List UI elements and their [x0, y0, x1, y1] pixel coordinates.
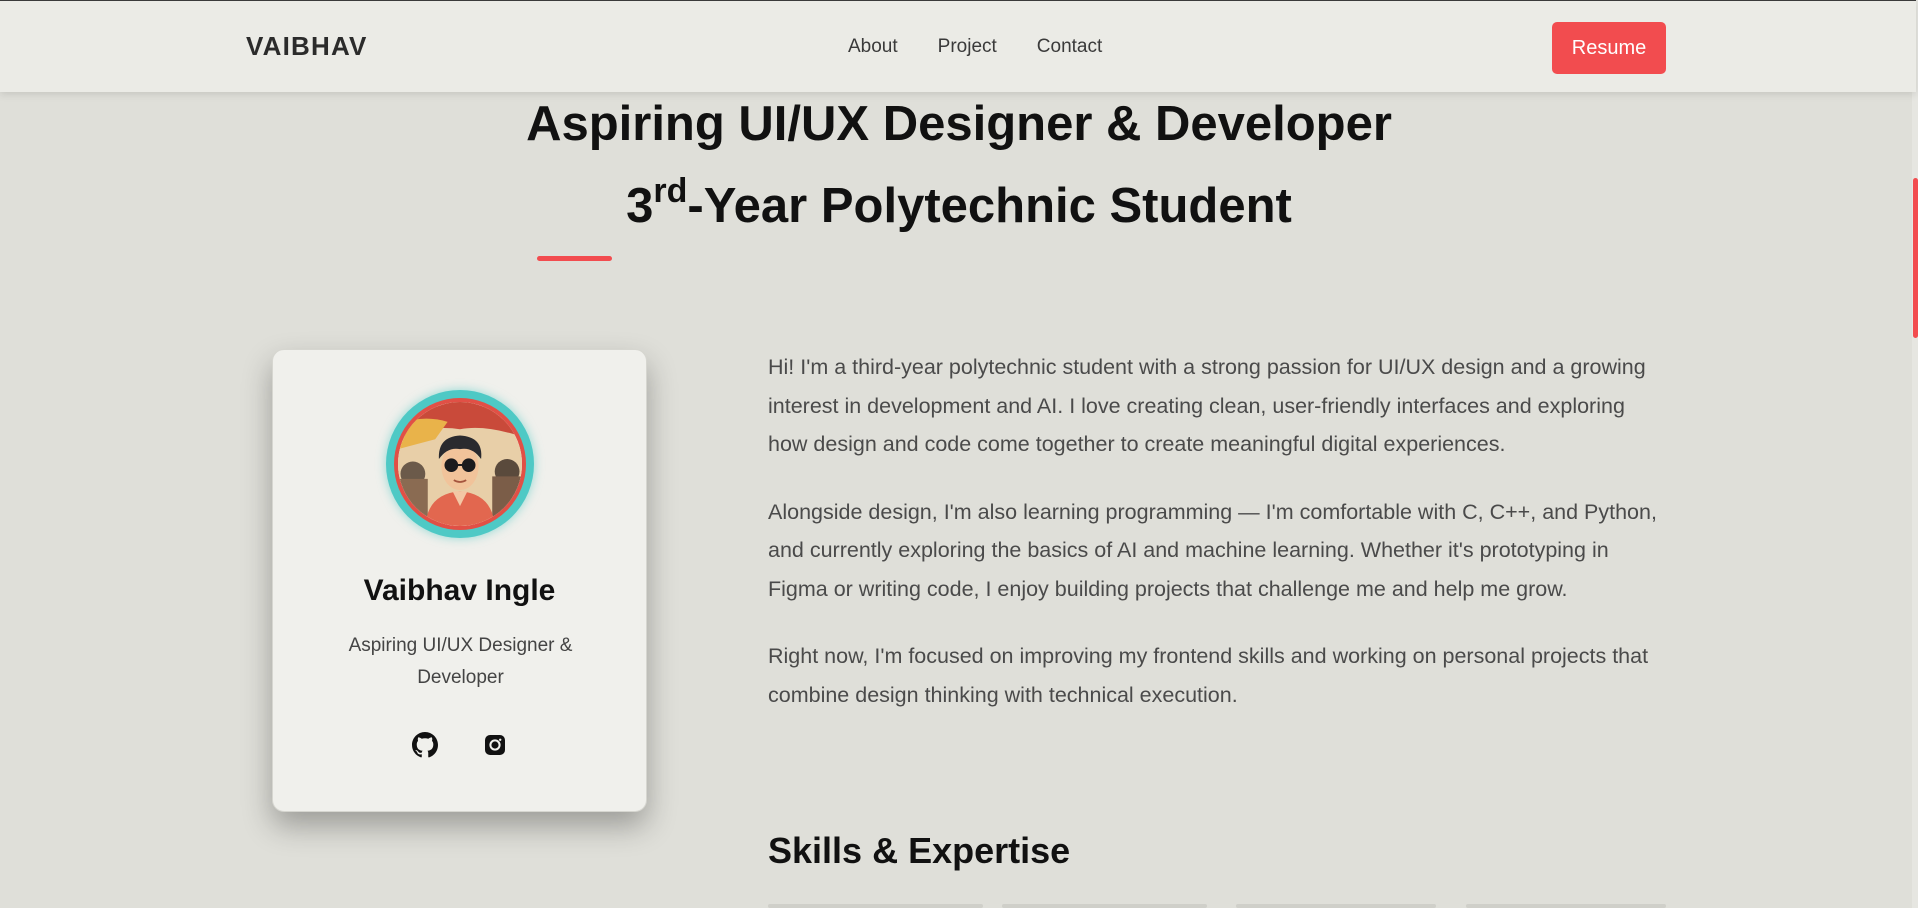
skill-card-edge	[1466, 904, 1666, 908]
hero-subtitle-ordinal: rd	[653, 172, 688, 210]
profile-role: Aspiring UI/UX Designer & Developer	[348, 635, 573, 688]
nav-link-project[interactable]: Project	[938, 36, 997, 58]
skill-card-edge	[1002, 904, 1207, 908]
hero-subtitle: 3rd-Year Polytechnic Student	[0, 172, 1918, 234]
resume-button[interactable]: Resume	[1552, 22, 1666, 74]
avatar-image	[394, 398, 526, 530]
about-paragraph-3: Right now, I'm focused on improving my f…	[768, 644, 1649, 707]
accent-underline	[537, 256, 612, 261]
nav-links: About Project Contact	[848, 36, 1102, 58]
hero-title: Aspiring UI/UX Designer & Developer	[526, 97, 1392, 151]
about-section: Hi! I'm a third-year polytechnic student…	[768, 348, 1668, 743]
about-paragraph-2: Alongside design, I'm also learning prog…	[768, 499, 1657, 601]
profile-card: Vaibhav Ingle Aspiring UI/UX Designer & …	[272, 349, 647, 812]
avatar-illustration	[398, 402, 522, 526]
profile-name: Vaibhav Ingle	[363, 574, 556, 607]
nav-link-about[interactable]: About	[848, 36, 898, 58]
scrollbar-track[interactable]	[1912, 0, 1918, 908]
skills-heading: Skills & Expertise	[768, 830, 1071, 871]
scrollbar-thumb[interactable]	[1913, 178, 1918, 338]
site-logo[interactable]: VAIBHAV	[246, 31, 368, 62]
skill-card-edge	[768, 904, 983, 908]
page: VAIBHAV About Project Contact Resume Asp…	[0, 0, 1918, 908]
nav-link-contact[interactable]: Contact	[1037, 36, 1102, 58]
hero-subtitle-text: -Year Polytechnic Student	[687, 179, 1292, 233]
hero-subtitle-number: 3	[626, 179, 654, 233]
about-paragraph-1: Hi! I'm a third-year polytechnic student…	[768, 355, 1646, 456]
skill-card-edge	[1236, 904, 1436, 908]
avatar	[386, 390, 534, 538]
instagram-icon[interactable]	[482, 732, 508, 758]
github-icon[interactable]	[411, 732, 438, 758]
social-links	[273, 732, 646, 758]
navbar: VAIBHAV About Project Contact Resume	[0, 0, 1916, 92]
